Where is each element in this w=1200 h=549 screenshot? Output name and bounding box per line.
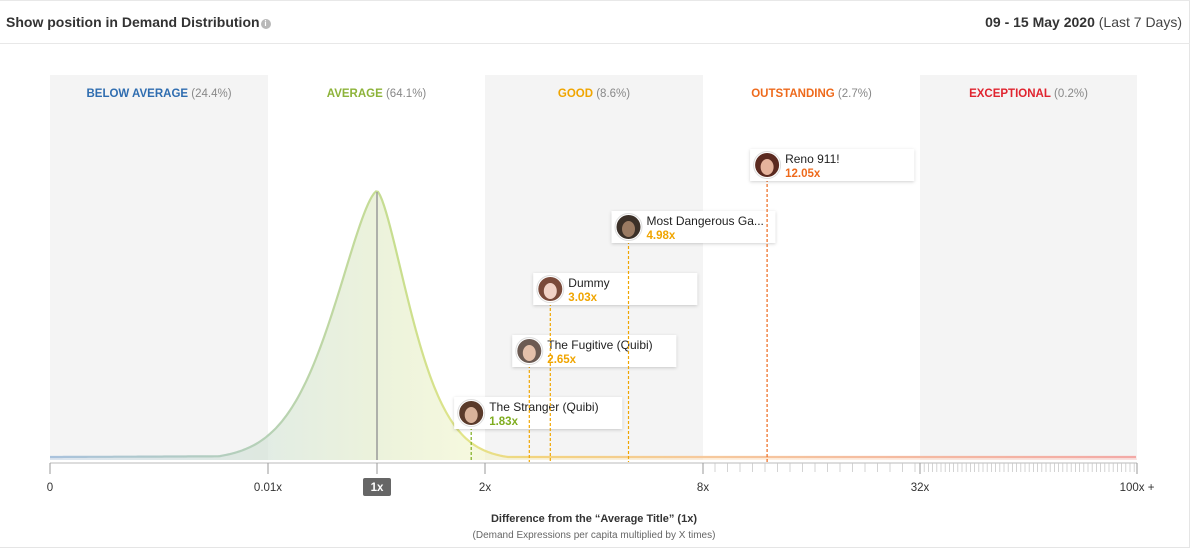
show-name: The Fugitive (Quibi) <box>547 338 652 352</box>
x-axis-title: Difference from the “Average Title” (1x) <box>491 513 697 525</box>
avatar-face <box>622 221 635 237</box>
show-name: Dummy <box>568 276 609 290</box>
tick-label: 0.01x <box>254 482 282 494</box>
avatar-face <box>464 407 478 423</box>
band-label: OUTSTANDING (2.7%) <box>751 88 872 100</box>
show-value: 12.05x <box>785 168 821 180</box>
band-label: EXCEPTIONAL (0.2%) <box>969 88 1088 100</box>
band-exceptional <box>920 75 1137 460</box>
tick-label: 32x <box>911 482 930 494</box>
band-below-average <box>50 75 268 460</box>
tick-label: 0 <box>47 482 53 494</box>
avatar-face <box>760 159 774 175</box>
show-value: 4.98x <box>647 230 676 242</box>
show-name: Most Dangerous Ga... <box>647 214 764 228</box>
x-axis-subtitle: (Demand Expressions per capita multiplie… <box>473 530 716 541</box>
band-label: GOOD (8.6%) <box>558 88 630 100</box>
avatar-face <box>522 345 536 361</box>
band-label: AVERAGE (64.1%) <box>327 88 427 100</box>
scroll-gutter <box>1190 0 1200 549</box>
tick-label: 8x <box>697 482 709 494</box>
band-outstanding <box>703 75 920 460</box>
show-value: 2.65x <box>547 354 576 366</box>
band-label: BELOW AVERAGE (24.4%) <box>86 88 231 100</box>
avatar-face <box>543 283 557 299</box>
show-name: Reno 911! <box>785 152 840 166</box>
tick-label: 2x <box>479 482 491 494</box>
tick-label: 100x + <box>1120 482 1155 494</box>
show-value: 1.83x <box>489 416 518 428</box>
demand-distribution-chart: BELOW AVERAGE (24.4%) AVERAGE (64.1%) GOOD… <box>47 75 1155 541</box>
show-value: 3.03x <box>568 292 597 304</box>
x-axis: 0 0.01x 1x 2x 8x 32x 100x + <box>47 462 1155 496</box>
show-name: The Stranger (Quibi) <box>489 400 598 414</box>
tick-label: 1x <box>371 482 384 494</box>
